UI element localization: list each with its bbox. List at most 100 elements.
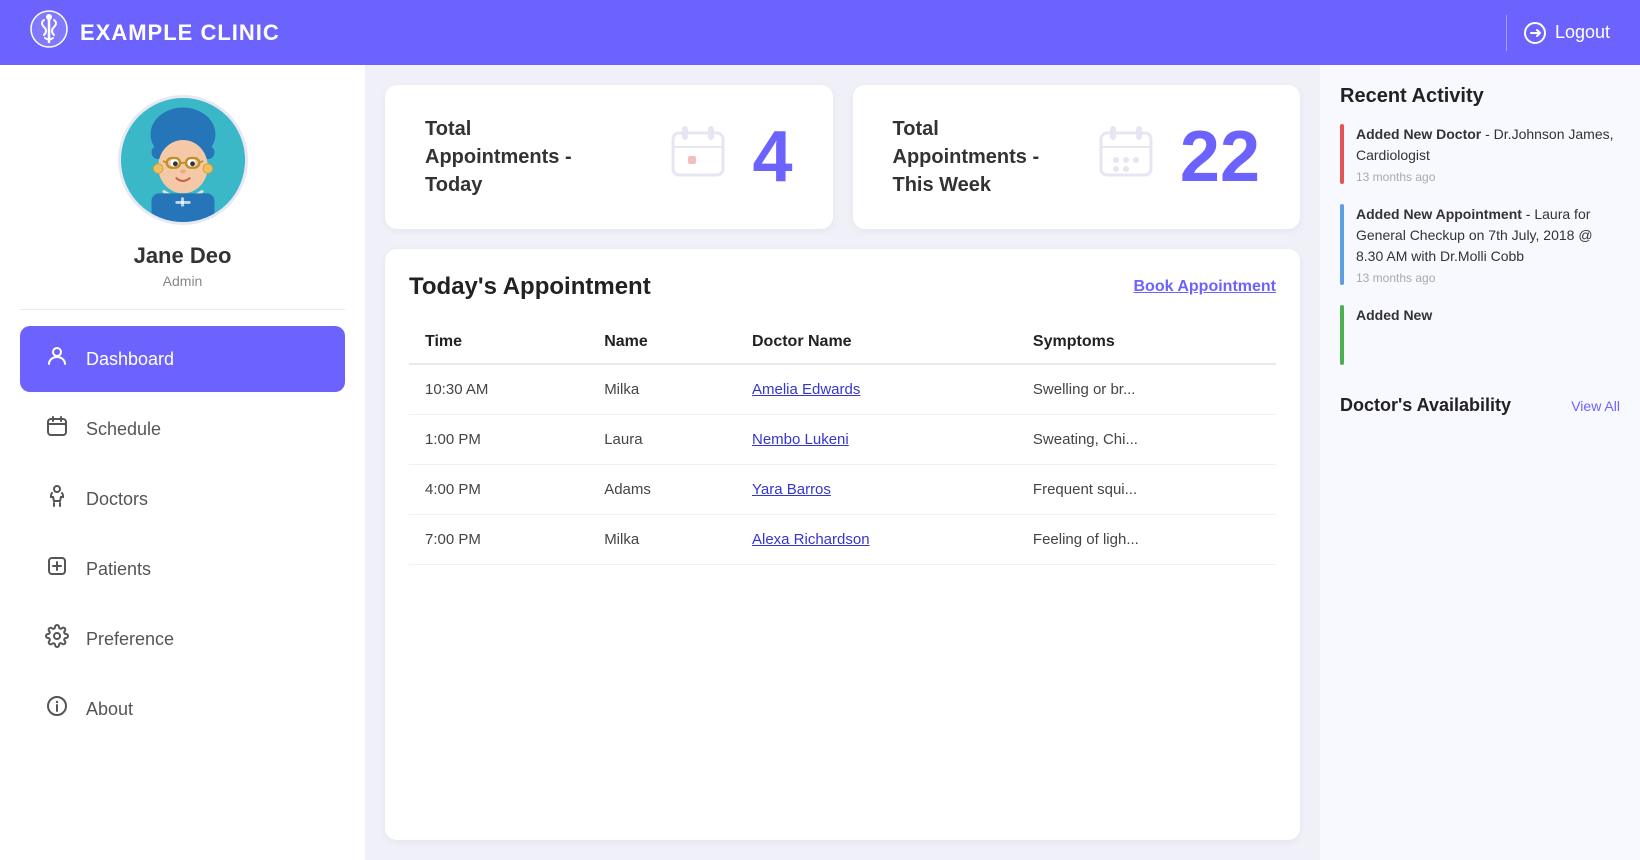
table-cell: Laura xyxy=(588,415,736,465)
stat-today-label: Total Appointments - Today xyxy=(425,115,605,199)
clinic-logo: EXAMPLE CLINIC xyxy=(30,10,280,55)
activity-text: Added New xyxy=(1356,305,1620,326)
sidebar-item-label-schedule: Schedule xyxy=(86,419,161,440)
logout-label: Logout xyxy=(1555,22,1610,43)
activity-content: Added New Appointment - Laura for Genera… xyxy=(1356,204,1620,285)
appointments-section: Today's Appointment Book Appointment Tim… xyxy=(385,249,1300,840)
schedule-icon xyxy=(44,414,70,444)
stat-today-right: 4 xyxy=(668,121,792,193)
activity-text: Added New Appointment - Laura for Genera… xyxy=(1356,204,1620,267)
stat-week-right: 22 xyxy=(1096,121,1260,193)
sidebar-item-label-doctors: Doctors xyxy=(86,489,148,510)
activity-content: Added New Doctor - Dr.Johnson James, Car… xyxy=(1356,124,1620,184)
table-header-time: Time xyxy=(409,321,588,364)
sidebar-divider xyxy=(20,309,345,310)
table-cell: Adams xyxy=(588,465,736,515)
stat-today-icon xyxy=(668,121,728,193)
sidebar-item-schedule[interactable]: Schedule xyxy=(20,396,345,462)
table-row: 10:30 AMMilka Amelia Edwards Swelling or b… xyxy=(409,364,1276,415)
recent-activity-title: Recent Activity xyxy=(1340,85,1620,108)
sidebar-item-patients[interactable]: Patients xyxy=(20,536,345,602)
main-content: Total Appointments - Today 4 xyxy=(365,65,1320,860)
activity-list: Added New Doctor - Dr.Johnson James, Car… xyxy=(1340,124,1620,385)
table-header-symptoms: Symptoms xyxy=(1017,321,1276,364)
doctor-name-link[interactable]: Yara Barros xyxy=(752,481,831,498)
sidebar-item-label-about: About xyxy=(86,699,133,720)
stat-today-number: 4 xyxy=(752,121,792,193)
avatar-image xyxy=(121,95,245,225)
stat-card-week: Total Appointments - This Week xyxy=(853,85,1301,229)
sidebar-item-label-dashboard: Dashboard xyxy=(86,349,174,370)
table-cell[interactable]: Nembo Lukeni xyxy=(736,415,1017,465)
activity-item: Added New xyxy=(1340,305,1620,365)
activity-time: 13 months ago xyxy=(1356,271,1620,285)
logout-button[interactable]: Logout xyxy=(1523,21,1610,45)
stat-week-label: Total Appointments - This Week xyxy=(893,115,1073,199)
table-cell[interactable]: Alexa Richardson xyxy=(736,515,1017,565)
dashboard-icon xyxy=(44,344,70,374)
table-cell: 7:00 PM xyxy=(409,515,588,565)
sidebar-item-preference[interactable]: Preference xyxy=(20,606,345,672)
table-header-doctor-name: Doctor Name xyxy=(736,321,1017,364)
activity-bar xyxy=(1340,305,1344,365)
header-divider xyxy=(1506,15,1507,51)
activity-content: Added New xyxy=(1356,305,1620,365)
user-role: Admin xyxy=(163,273,203,289)
avatar xyxy=(118,95,248,225)
activity-item: Added New Appointment - Laura for Genera… xyxy=(1340,204,1620,285)
table-cell[interactable]: Amelia Edwards xyxy=(736,364,1017,415)
activity-bar xyxy=(1340,204,1344,285)
appointments-title: Today's Appointment xyxy=(409,273,651,301)
table-row: 7:00 PMMilka Alexa Richardson Feeling of l… xyxy=(409,515,1276,565)
doctor-name-link[interactable]: Nembo Lukeni xyxy=(752,431,849,448)
patients-icon xyxy=(44,554,70,584)
appointments-table: TimeNameDoctor NameSymptoms 10:30 AMMilk… xyxy=(409,321,1276,565)
about-icon xyxy=(44,694,70,724)
app-header: EXAMPLE CLINIC Logout xyxy=(0,0,1640,65)
activity-text: Added New Doctor - Dr.Johnson James, Car… xyxy=(1356,124,1620,166)
doctor-name-link[interactable]: Amelia Edwards xyxy=(752,381,860,398)
sidebar: Jane Deo Admin Dashboard Schedule Doctors P… xyxy=(0,65,365,860)
table-cell[interactable]: Yara Barros xyxy=(736,465,1017,515)
table-cell: Milka xyxy=(588,515,736,565)
activity-time: 13 months ago xyxy=(1356,170,1620,184)
table-row: 1:00 PMLauraNembo LukeniSweating, Chi... xyxy=(409,415,1276,465)
right-panel: Recent Activity Added New Doctor - Dr.Jo… xyxy=(1320,65,1640,860)
view-all-link[interactable]: View All xyxy=(1571,398,1620,414)
activity-item: Added New Doctor - Dr.Johnson James, Car… xyxy=(1340,124,1620,184)
header-right: Logout xyxy=(1506,15,1610,51)
main-layout: Jane Deo Admin Dashboard Schedule Doctors P… xyxy=(0,65,1640,860)
table-cell: 10:30 AM xyxy=(409,364,588,415)
table-header-name: Name xyxy=(588,321,736,364)
appointments-table-head: TimeNameDoctor NameSymptoms xyxy=(409,321,1276,364)
doctors-icon xyxy=(44,484,70,514)
activity-bar xyxy=(1340,124,1344,184)
stat-card-today: Total Appointments - Today 4 xyxy=(385,85,833,229)
table-cell: 1:00 PM xyxy=(409,415,588,465)
table-cell: Milka xyxy=(588,364,736,415)
table-row: 4:00 PMAdams Yara Barros Frequent squi... xyxy=(409,465,1276,515)
book-appointment-button[interactable]: Book Appointment xyxy=(1134,278,1277,296)
table-cell: Feeling of ligh... xyxy=(1017,515,1276,565)
clinic-name: EXAMPLE CLINIC xyxy=(80,20,280,46)
stats-row: Total Appointments - Today 4 xyxy=(385,85,1300,229)
sidebar-item-doctors[interactable]: Doctors xyxy=(20,466,345,532)
doctor-availability-title: Doctor's Availability xyxy=(1340,395,1511,416)
sidebar-item-dashboard[interactable]: Dashboard xyxy=(20,326,345,392)
appointments-table-body: 10:30 AMMilkaAmelia EdwardsSwelling or b… xyxy=(409,364,1276,565)
appointments-header: Today's Appointment Book Appointment xyxy=(409,273,1276,301)
preference-icon xyxy=(44,624,70,654)
user-name: Jane Deo xyxy=(134,243,232,269)
doctor-name-link[interactable]: Alexa Richardson xyxy=(752,531,870,548)
clinic-logo-icon xyxy=(30,10,68,55)
doctor-availability-header: Doctor's Availability View All xyxy=(1340,395,1620,416)
stat-week-icon xyxy=(1096,121,1156,193)
sidebar-item-about[interactable]: About xyxy=(20,676,345,742)
table-cell: Swelling or br... xyxy=(1017,364,1276,415)
stat-week-number: 22 xyxy=(1180,121,1260,193)
table-cell: 4:00 PM xyxy=(409,465,588,515)
table-cell: Frequent squi... xyxy=(1017,465,1276,515)
sidebar-item-label-patients: Patients xyxy=(86,559,151,580)
sidebar-item-label-preference: Preference xyxy=(86,629,174,650)
logout-icon xyxy=(1523,21,1547,45)
